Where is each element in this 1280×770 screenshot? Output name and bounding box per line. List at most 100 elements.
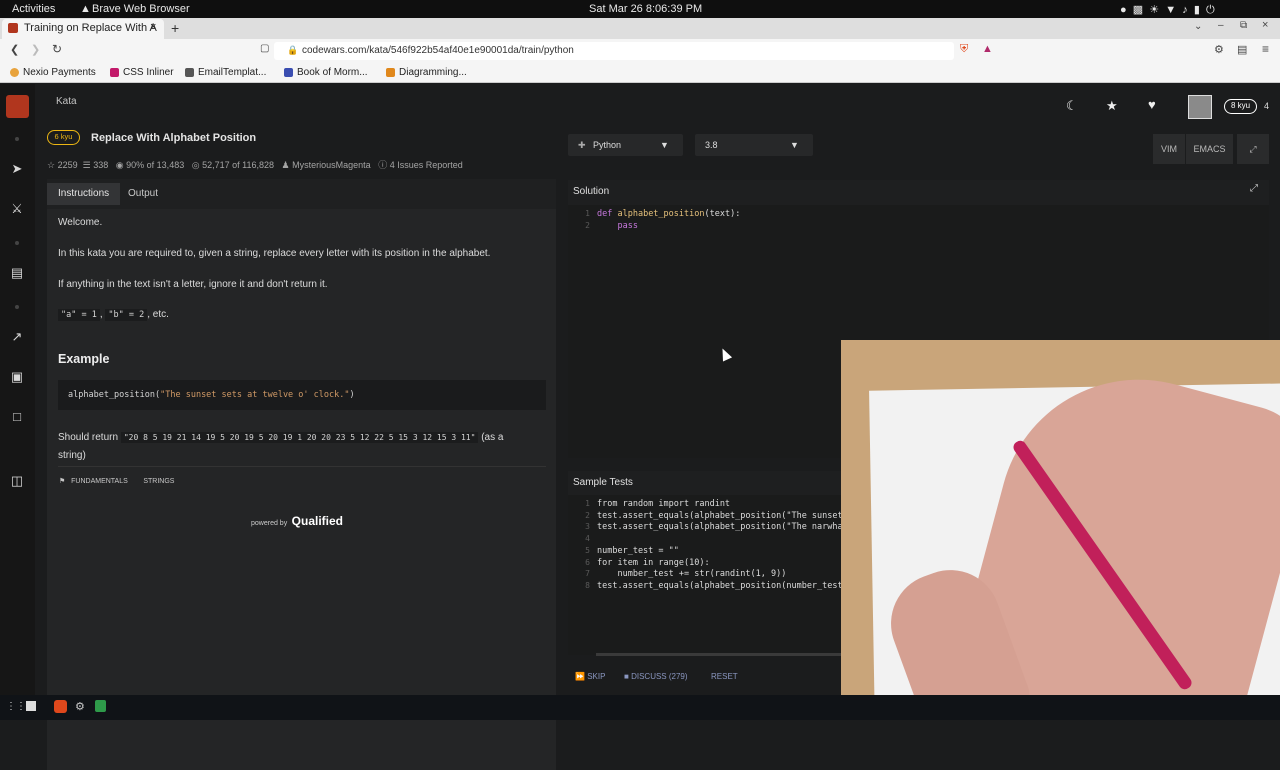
practice-icon[interactable]: ⚔ [9,201,25,217]
stars-count: 2259 [57,160,78,170]
restore-icon[interactable]: ⧉ [1240,20,1247,31]
version-select[interactable]: 3.8 ▼ [695,134,813,156]
discuss-button[interactable]: ■ DISCUSS (279) [624,668,688,686]
author-link[interactable]: MysteriousMagenta [292,160,371,170]
tab-output[interactable]: Output [117,183,169,205]
bookmark-item[interactable]: Book of Morm... [284,67,368,78]
issues-link[interactable]: 4 Issues Reported [390,160,463,170]
version-value: 3.8 [705,140,718,150]
reset-button[interactable]: RESET [711,668,738,686]
horizontal-scrollbar[interactable] [596,653,841,656]
kata-stats: ☆ 2259 ☰ 338 ◉ 90% of 13,483 ◎ 52,717 of… [47,158,463,171]
discuss-icon[interactable]: □ [9,409,25,425]
codewars-logo-icon[interactable] [6,95,29,118]
language-select[interactable]: ✚ Python ▼ [568,134,683,156]
bookmark-item[interactable]: CSS Inliner [110,67,174,78]
train-icon[interactable]: ➤ [9,161,25,177]
collections-count: 338 [93,160,109,170]
bookmark-star-icon[interactable]: ★ [1106,98,1118,114]
brave-shields-icon[interactable]: ⛨ [960,43,968,56]
reload-icon[interactable]: ↻ [52,42,62,56]
star-icon[interactable]: ☆ [47,160,55,170]
extensions-icon[interactable]: ⚙ [1214,43,1224,56]
completed-of: of 116,828 [232,160,275,170]
skip-button[interactable]: ⏩ SKIP [575,668,605,686]
expand-icon[interactable]: ⤢ [1250,183,1258,194]
tag-fundamentals[interactable]: FUNDAMENTALS [71,478,128,485]
tray-icons[interactable]: ● ▩ ☀ ▼ ♪ ▮ ⏻ [1120,3,1215,17]
vim-button[interactable]: VIM [1153,134,1185,164]
example-heading: Example [58,352,110,366]
example-close: ) [349,390,355,400]
tag-strings[interactable]: STRINGS [143,478,174,485]
bookmark-icon[interactable]: ▢ [260,43,269,54]
solution-title: Solution [573,186,610,197]
action-bar: ⏩ SKIP ■ DISCUSS (279) RESET [568,668,841,686]
line-number: 5 [585,545,590,555]
back-icon[interactable]: ❮ [10,43,19,56]
dark-mode-icon[interactable]: ☾ [1066,98,1078,114]
divider [58,466,546,467]
settings-taskbar-icon[interactable]: ⚙ [75,700,85,713]
fullscreen-icon[interactable]: ⤢ [1237,134,1269,164]
menu-icon[interactable]: ≡ [1262,42,1269,56]
clock[interactable]: Sat Mar 26 8:06:39 PM [589,3,702,15]
code-line: test.assert_equals(alphabet_position("Th… [597,510,843,521]
app-name[interactable]: Brave Web Browser [92,3,190,15]
user-rank-badge: 8 kyu [1224,99,1257,114]
book-icon [284,68,293,77]
sheets-taskbar-icon[interactable] [95,700,106,712]
tab-list-icon[interactable]: ⌄ [1194,21,1202,32]
code-line: pass [617,221,638,231]
apps-grid-icon[interactable]: ⋮⋮ [6,701,26,712]
line-number: 3 [585,522,590,532]
brave-taskbar-icon[interactable] [54,700,67,713]
code-a: "a" = 1 [58,309,100,321]
example-arg: "The sunset sets at twelve o' clock." [160,390,350,400]
address-bar[interactable]: 🔒 codewars.com/kata/546f922b54af40e1e900… [274,42,954,60]
code-line: from random import randint [597,499,731,509]
bookmark-item[interactable]: Nexio Payments [10,67,96,78]
close-window-icon[interactable]: × [1262,19,1268,31]
issues-icon: ⓘ [378,160,388,170]
minimize-icon[interactable]: – [1218,20,1224,31]
bookmark-item[interactable]: Diagramming... [386,67,467,78]
browser-tab[interactable]: Training on Replace With A × [2,19,164,39]
should-return-line: Should return "20 8 5 19 21 14 19 5 20 1… [58,432,504,443]
mapping-line: "a" = 1, "b" = 2, etc. [58,309,169,321]
qualified-footer[interactable]: powered by Qualified [251,512,343,530]
user-icon: ♟ [281,160,290,170]
briefcase-icon[interactable]: ▤ [9,265,25,281]
discuss-icon: ■ [624,672,629,681]
activities-button[interactable]: Activities [12,3,55,15]
terminal-icon[interactable] [26,701,36,711]
sample-tests-title: Sample Tests [573,477,633,488]
bookmark-item[interactable]: EmailTemplat... [185,67,266,78]
code-b: "b" = 2 [105,309,148,321]
forward-icon[interactable]: ❯ [31,43,40,56]
completed-count: 52,717 [202,160,230,170]
wallet-icon[interactable]: ▤ [1237,43,1247,56]
emacs-button[interactable]: EMACS [1186,134,1233,164]
diagramming-icon [386,68,395,77]
target-icon: ◎ [191,160,200,170]
sidebar-divider [15,305,19,309]
close-tab-icon[interactable]: × [150,21,156,33]
honor-count: 4 [1264,101,1270,111]
avatar[interactable] [1188,95,1212,119]
tab-instructions[interactable]: Instructions [47,183,121,205]
browser-tab-strip: Training on Replace With A × + ⌄ – ⧉ × [0,18,1280,39]
brave-rewards-icon[interactable]: ▲ [982,43,993,55]
example-fn: alphabet_position( [68,390,161,400]
notifications-icon[interactable]: ♥ [1148,97,1156,112]
sidebar-divider [15,137,19,141]
docs-icon[interactable]: ◫ [9,473,25,489]
code-line: test.assert_equals(alphabet_position(num… [597,580,843,591]
leaderboard-icon[interactable]: ↗ [9,329,25,345]
python-icon: ✚ [578,140,586,150]
welcome-text: Welcome. [58,217,103,228]
kata-link[interactable]: Kata [56,96,77,107]
skip-icon: ⏩ [575,672,585,681]
chat-icon[interactable]: ▣ [9,369,25,385]
new-tab-icon[interactable]: + [171,20,179,36]
